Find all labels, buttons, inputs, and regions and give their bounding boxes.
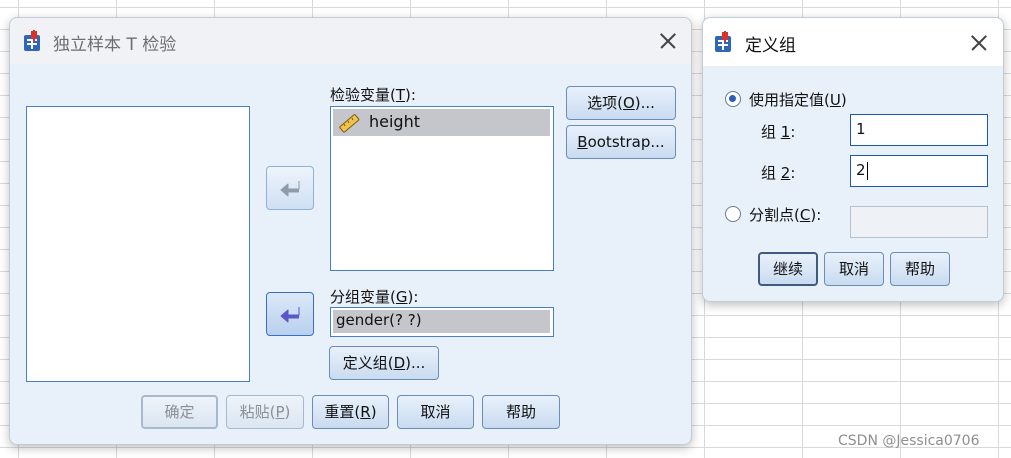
spss-app-icon [24, 30, 40, 51]
source-variable-list[interactable] [26, 106, 250, 382]
arrow-left-icon [280, 181, 300, 197]
spss-app-icon [715, 31, 731, 52]
define-groups-button[interactable]: 定义组(D)... [329, 346, 439, 380]
text-caret [866, 161, 868, 180]
cut-point-input[interactable] [850, 206, 988, 238]
cancel-button[interactable]: 取消 [397, 395, 474, 429]
cut-point-label: 分割点(C): [749, 206, 822, 224]
test-variables-label: 检验变量(T): [330, 86, 416, 104]
define-groups-cancel-button[interactable]: 取消 [824, 252, 884, 286]
group2-label: 组 2: [761, 164, 796, 182]
main-titlebar[interactable]: 独立样本 T 检验 [10, 18, 691, 64]
watermark-text: CSDN @Jessica0706 [838, 433, 980, 449]
main-dialog-title: 独立样本 T 检验 [53, 35, 177, 55]
group2-input[interactable]: 2 [850, 155, 988, 187]
arrow-left-icon [280, 307, 300, 323]
main-close-icon[interactable] [655, 28, 681, 54]
grouping-variable-label: 分组变量(G): [330, 288, 419, 306]
define-groups-help-button[interactable]: 帮助 [890, 252, 950, 286]
help-button[interactable]: 帮助 [482, 395, 560, 429]
define-groups-close-icon[interactable] [966, 30, 992, 56]
independent-t-test-dialog: 独立样本 T 检验 检验变量(T): height 分组变量(G): gende… [9, 17, 692, 445]
move-test-variable-button[interactable] [266, 166, 314, 210]
cut-point-radio[interactable] [725, 206, 741, 222]
define-groups-titlebar[interactable]: 定义组 [703, 18, 1003, 66]
group1-input[interactable]: 1 [850, 114, 988, 146]
grouping-variable-field[interactable]: gender(? ?) [330, 307, 554, 337]
grouping-variable-value: gender(? ?) [336, 311, 422, 329]
continue-button[interactable]: 继续 [758, 252, 818, 286]
grouping-variable-row: gender(? ?) [333, 310, 550, 333]
test-variable-name: height [369, 112, 420, 131]
bootstrap-button[interactable]: Bootstrap... [566, 125, 676, 159]
define-groups-title: 定义组 [745, 36, 796, 56]
ruler-scale-icon [339, 114, 360, 133]
test-variable-list[interactable]: height [330, 106, 554, 271]
group1-label: 组 1: [761, 123, 796, 141]
options-button[interactable]: 选项(O)... [566, 86, 676, 120]
use-specified-values-radio[interactable] [725, 91, 741, 107]
paste-button[interactable]: 粘贴(P) [226, 395, 304, 429]
use-specified-values-label: 使用指定值(U) [749, 91, 847, 109]
ok-button[interactable]: 确定 [141, 395, 218, 429]
move-grouping-variable-button[interactable] [266, 292, 314, 336]
define-groups-dialog: 定义组 使用指定值(U) 组 1: 1 组 2: 2 分割点(C): 继续 取消… [702, 17, 1004, 302]
list-item[interactable]: height [333, 109, 550, 136]
reset-button[interactable]: 重置(R) [312, 395, 389, 429]
